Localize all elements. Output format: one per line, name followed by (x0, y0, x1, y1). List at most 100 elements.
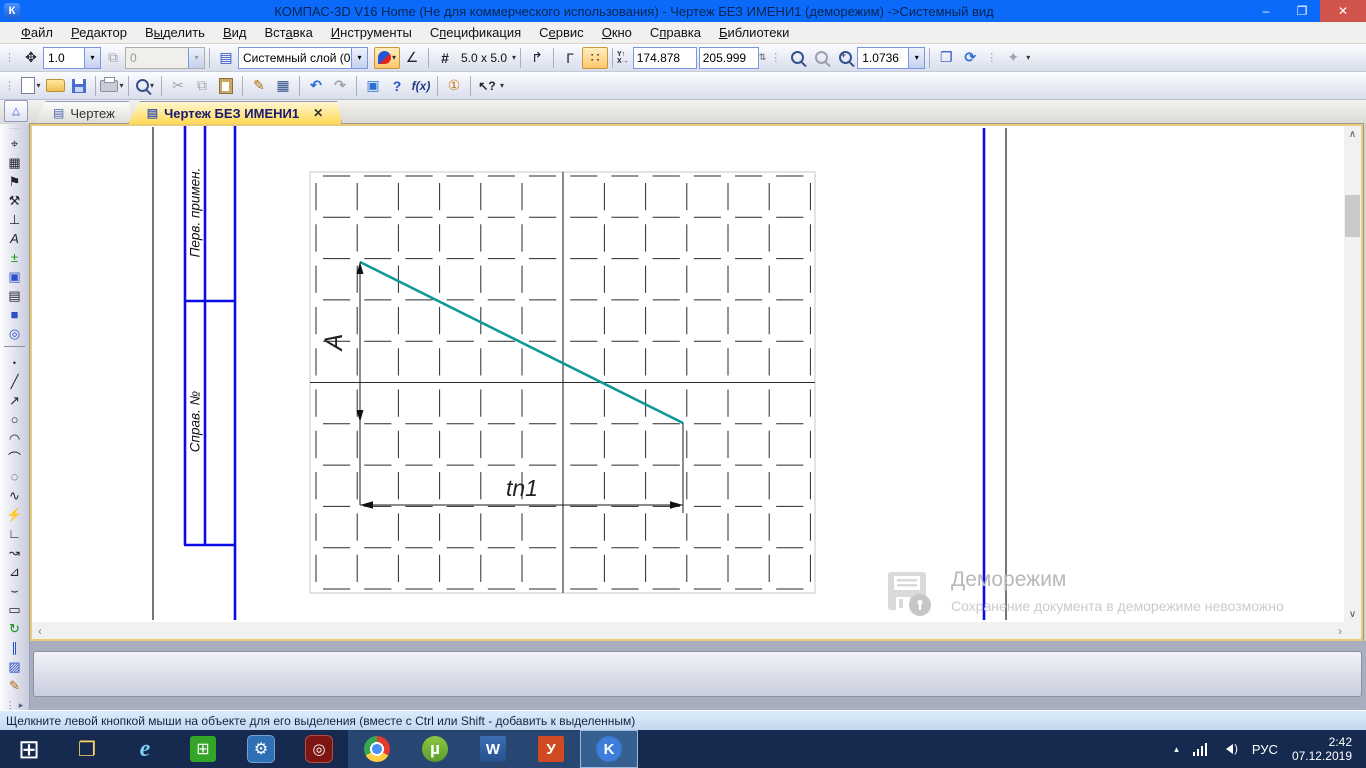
tab-chertezh-bez-imeni1[interactable]: ▤ Чертеж БЕЗ ИМЕНИ1 ✕ (128, 101, 342, 124)
tool-perpendicular[interactable]: ⊥ (0, 210, 29, 229)
menu-item-file[interactable]: Файл (12, 25, 62, 40)
overflow-chevron-icon[interactable]: ▾ (500, 81, 504, 90)
tool-arc[interactable]: ◠ (0, 429, 29, 448)
tool-fillet[interactable]: ⌣ (0, 581, 29, 600)
tool-hammer[interactable]: ⚒ (0, 191, 29, 210)
open-button[interactable] (43, 75, 67, 97)
tool-sheet[interactable]: ▤ (0, 286, 29, 305)
tool-frame[interactable]: ▣ (0, 267, 29, 286)
property-bar[interactable] (33, 651, 1362, 697)
tool-spline[interactable]: ∿ (0, 486, 29, 505)
overflow-chevron-icon[interactable]: ▾ (1026, 53, 1030, 62)
tool-segment[interactable]: ╱ (0, 372, 29, 391)
panel-grip[interactable]: ···· (0, 125, 29, 134)
scroll-down-icon[interactable]: ∨ (1344, 606, 1361, 622)
snap-pen-button[interactable]: ▾ (374, 46, 400, 69)
copy-properties-icon[interactable]: ✎ (247, 75, 271, 97)
pan-origin-icon[interactable]: ✥ (19, 47, 43, 69)
grid-icon[interactable]: # (433, 47, 457, 69)
horizontal-scrollbar[interactable]: ‹ › (32, 622, 1348, 639)
variables-fx-button[interactable]: f(x) (409, 75, 433, 97)
spinner-icon[interactable]: ⇅ (759, 52, 767, 63)
show-page-icon[interactable]: ❐ (934, 47, 958, 69)
menu-item-libraries[interactable]: Библиотеки (710, 25, 798, 40)
tool-rectangle[interactable]: ▭ (0, 600, 29, 619)
new-document-button[interactable]: ▾ (19, 75, 43, 97)
chevron-down-icon[interactable]: ▾ (351, 47, 367, 68)
taskbar-app-word[interactable]: W (464, 730, 522, 768)
chevron-down-icon[interactable]: ▾ (908, 47, 925, 68)
taskbar-app-store[interactable]: ⊞ (174, 730, 232, 768)
chevron-down-icon[interactable]: ▾ (84, 47, 100, 68)
toolbar-grip[interactable]: ⋮ (986, 51, 997, 64)
tool-separator[interactable] (4, 346, 25, 353)
menu-item-editor[interactable]: Редактор (62, 25, 136, 40)
context-help-icon[interactable]: ↖? (475, 75, 499, 97)
vertical-scrollbar[interactable]: ∧ ∨ (1344, 126, 1361, 622)
taskbar-app-ie[interactable]: e (116, 730, 174, 768)
tool-rotate-copy[interactable]: ↻ (0, 619, 29, 638)
help-topics-icon[interactable]: ? (385, 75, 409, 97)
menu-item-tools[interactable]: Инструменты (322, 25, 421, 40)
undo-icon[interactable]: ↶ (304, 75, 328, 97)
tool-letter-a[interactable]: A (0, 229, 29, 248)
zoom-window-icon[interactable] (785, 47, 809, 69)
coord-y-field[interactable]: 205.999 (698, 46, 759, 69)
coord-x-field[interactable]: 174.878 (632, 46, 697, 69)
zoom-combo[interactable]: 1.0736 ▾ (857, 46, 926, 69)
object-properties-icon[interactable]: ▦ (271, 75, 295, 97)
ortho-icon[interactable]: Γ (558, 47, 582, 69)
tool-plus-minus[interactable]: ± (0, 248, 29, 267)
taskbar-app-utorrent[interactable]: µ (406, 730, 464, 768)
scroll-up-icon[interactable]: ∧ (1344, 126, 1361, 142)
menu-item-insert[interactable]: Вставка (255, 25, 321, 40)
tool-step-line[interactable]: ∟ (0, 524, 29, 543)
vertical-scroll-thumb[interactable] (1345, 195, 1360, 237)
menu-item-specification[interactable]: Спецификация (421, 25, 530, 40)
network-icon[interactable] (1192, 742, 1208, 756)
zoom-pan-icon[interactable] (809, 47, 833, 69)
tool-bezier[interactable]: ⚡ (0, 505, 29, 524)
angle-snap-icon[interactable]: ∠ (400, 47, 424, 69)
taskbar-app-chrome[interactable] (348, 730, 406, 768)
show-all-icon[interactable]: ▣ (361, 75, 385, 97)
tool-select[interactable]: ⌖ (0, 134, 29, 153)
paste-button[interactable] (214, 75, 238, 97)
tool-parallel[interactable]: ∥ (0, 638, 29, 657)
menu-item-select[interactable]: Выделить (136, 25, 214, 40)
scroll-left-icon[interactable]: ‹ (32, 622, 48, 639)
taskbar-app-settings[interactable]: ⚙ (232, 730, 290, 768)
tool-ellipse[interactable]: ◌ (0, 467, 29, 486)
snap-points-button[interactable]: ∷ (582, 46, 609, 69)
tool-brush[interactable]: ✎ (0, 676, 29, 695)
restore-button[interactable]: ❐ (1284, 0, 1320, 22)
tool-contour[interactable]: ◎ (0, 324, 29, 343)
menu-item-help[interactable]: Справка (641, 25, 710, 40)
tool-circle[interactable]: ○ (0, 410, 29, 429)
tool-arc-2[interactable]: ⌒ (0, 448, 29, 467)
menu-item-view[interactable]: Вид (214, 25, 256, 40)
scale-combo[interactable]: 1.0 ▾ (43, 46, 101, 69)
taskbar-app-kompas[interactable]: K (580, 730, 638, 768)
zoom-in-icon[interactable]: + (833, 47, 857, 69)
tool-grid[interactable]: ▦ (0, 153, 29, 172)
parameters-icon[interactable]: ① (442, 75, 466, 97)
layers-icon[interactable]: ▤ (214, 47, 238, 69)
print-button[interactable]: ▾ (100, 75, 124, 97)
dim-label-a[interactable]: А (320, 334, 348, 353)
drawing-area[interactable]: А tn1 Перв. примен. Справ. № Деморежим С… (29, 123, 1364, 642)
local-axes-icon[interactable]: ↱ (525, 47, 549, 69)
tool-point-style[interactable]: ⚑ (0, 172, 29, 191)
toolbar-grip[interactable]: ⋮ (4, 79, 15, 92)
clock[interactable]: 2:42 07.12.2019 (1292, 735, 1352, 763)
drawing-canvas[interactable]: А tn1 (32, 126, 1344, 620)
tool-hatch[interactable]: ▨ (0, 657, 29, 676)
toolbar-grip[interactable]: ⋮ (770, 51, 781, 64)
geometry-panel-button[interactable]: △ (4, 100, 28, 122)
chevron-down-icon[interactable]: ▾ (512, 53, 516, 62)
tool-curve[interactable]: ↝ (0, 543, 29, 562)
refresh-icon[interactable]: ⟳ (958, 47, 982, 69)
print-preview-button[interactable]: ▾ (133, 75, 157, 97)
tool-chamfer[interactable]: ⊿ (0, 562, 29, 581)
taskbar-app-power[interactable]: ◎ (290, 730, 348, 768)
